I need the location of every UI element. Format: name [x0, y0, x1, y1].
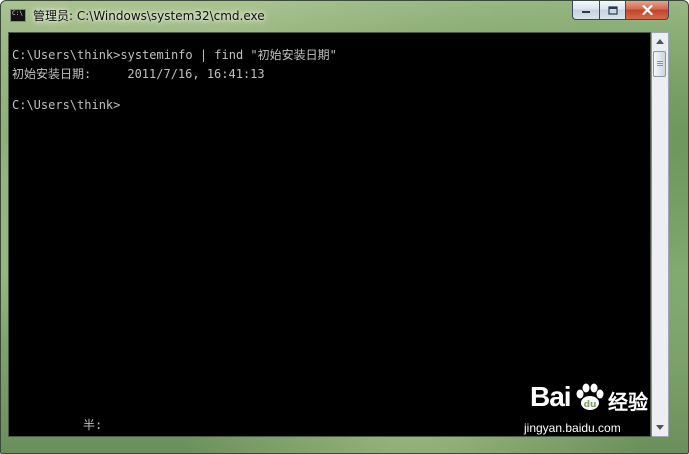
console-output[interactable]: C:\Users\think>systeminfo | find "初始安装日期… — [8, 32, 651, 437]
cmd-app-icon[interactable]: C:\ — [10, 9, 26, 22]
thumb-grip-line — [657, 65, 663, 66]
watermark-logo-text: Bai — [530, 381, 572, 412]
console-line-command: C:\Users\think>systeminfo | find "初始安装日期… — [12, 48, 337, 62]
scroll-thumb[interactable] — [653, 51, 666, 77]
minimize-icon — [582, 11, 590, 13]
svg-text:du: du — [584, 400, 597, 410]
app-icon-text: C:\ — [12, 10, 23, 17]
maximize-button[interactable] — [599, 1, 625, 20]
cmd-window: C:\ 管理员: C:\Windows\system32\cmd.exe C:\… — [0, 0, 689, 454]
console-line-prompt: C:\Users\think> — [12, 98, 121, 112]
minimize-button[interactable] — [572, 1, 599, 20]
ime-status-indicator: 半: — [83, 418, 103, 432]
window-title: 管理员: C:\Windows\system32\cmd.exe — [33, 9, 265, 23]
scroll-up-icon — [656, 39, 664, 44]
close-button[interactable] — [625, 1, 669, 20]
watermark-url: jingyan.baidu.com — [524, 421, 621, 435]
scroll-up-button[interactable] — [652, 33, 668, 50]
baidu-paw-icon: du — [576, 383, 604, 410]
maximize-icon — [607, 5, 618, 15]
thumb-grip-line — [657, 61, 663, 62]
caption-buttons — [572, 1, 669, 21]
watermark-suffix: 经验 — [608, 390, 648, 414]
thumb-grip-line — [657, 63, 663, 64]
title-bar[interactable]: C:\ 管理员: C:\Windows\system32\cmd.exe — [1, 1, 688, 31]
baidu-jingyan-watermark: Bai du 经验 jingyan.baidu.com — [522, 379, 662, 441]
close-icon — [641, 5, 653, 15]
vertical-scrollbar[interactable] — [652, 32, 669, 437]
console-line-result: 初始安装日期: 2011/7/16, 16:41:13 — [12, 67, 265, 81]
